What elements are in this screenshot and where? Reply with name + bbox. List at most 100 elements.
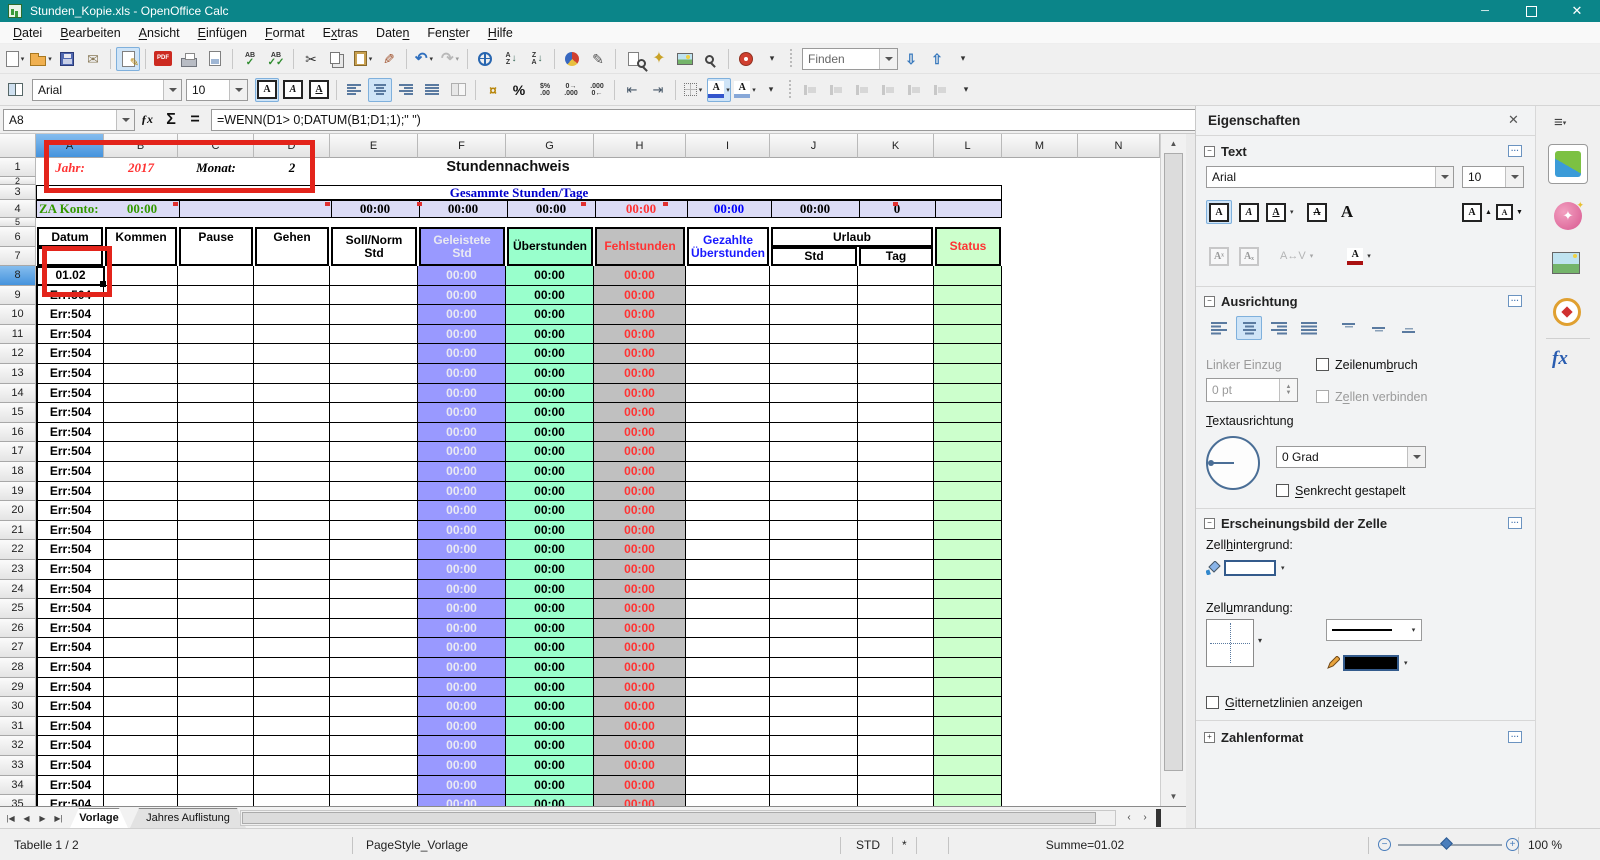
cell-H15[interactable]: 00:00 [594, 403, 686, 423]
cell-A21[interactable]: Err:504 [36, 520, 104, 541]
row-header-31[interactable]: 31 [0, 716, 36, 737]
cell-B35[interactable] [104, 795, 178, 806]
cell-D11[interactable] [254, 324, 330, 345]
bold-icon[interactable]: A [255, 77, 279, 102]
minimize-button[interactable]: ─ [1462, 0, 1508, 22]
column-header-m[interactable]: M [1002, 134, 1078, 158]
italic-icon[interactable]: A [281, 78, 305, 102]
cell-D8[interactable] [254, 266, 330, 286]
sidebar-bold-icon[interactable]: A [1206, 200, 1232, 224]
table-header-geleistete-std[interactable]: Geleistete Std [419, 227, 505, 266]
print-icon[interactable] [177, 47, 201, 71]
cell-G15[interactable]: 00:00 [506, 403, 594, 423]
row-header-26[interactable]: 26 [0, 618, 36, 639]
cell-B24[interactable] [104, 579, 178, 600]
cell-D30[interactable] [254, 697, 330, 717]
navigator-icon[interactable]: ✦ [647, 47, 671, 71]
cell-J24[interactable] [770, 579, 858, 600]
row-header-25[interactable]: 25 [0, 599, 36, 619]
cell-J18[interactable] [770, 462, 858, 482]
cell-C35[interactable] [178, 795, 254, 806]
hyperlink-icon[interactable] [473, 47, 497, 71]
next-sheet-icon[interactable]: ▶ [35, 810, 50, 826]
sum-button[interactable]: Σ [159, 109, 183, 131]
cell-C12[interactable] [178, 344, 254, 364]
cell-L34[interactable] [934, 775, 1002, 796]
cell-I16[interactable] [686, 422, 770, 443]
cell-E18[interactable] [330, 462, 418, 482]
cell-E13[interactable] [330, 364, 418, 384]
align-objects-left-icon[interactable] [798, 78, 822, 102]
cell-F10[interactable]: 00:00 [418, 305, 506, 325]
cell-F14[interactable]: 00:00 [418, 383, 506, 404]
cell-C19[interactable] [178, 481, 254, 502]
row-header-7[interactable]: 7 [0, 247, 36, 266]
cell-G20[interactable]: 00:00 [506, 501, 594, 521]
align-objects-centered-icon[interactable] [824, 78, 848, 102]
cell-K32[interactable] [858, 736, 934, 756]
cell-H29[interactable]: 00:00 [594, 677, 686, 698]
cell-C24[interactable] [178, 579, 254, 600]
cell-G25[interactable]: 00:00 [506, 599, 594, 619]
cell-C27[interactable] [178, 638, 254, 658]
cell-C26[interactable] [178, 618, 254, 639]
summary-value-j[interactable]: 00:00 [771, 201, 859, 217]
cell-A10[interactable]: Err:504 [36, 305, 104, 325]
cell-C25[interactable] [178, 599, 254, 619]
delete-decimal-icon[interactable]: .000 0← [585, 78, 609, 102]
cell-D35[interactable] [254, 795, 330, 806]
sidebar-align-top-icon[interactable] [1336, 316, 1362, 340]
cell-J9[interactable] [770, 285, 858, 306]
cell-C18[interactable] [178, 462, 254, 482]
cell-L15[interactable] [934, 403, 1002, 423]
cell-J8[interactable] [770, 266, 858, 286]
cell-G8[interactable]: 00:00 [506, 266, 594, 286]
cell-K26[interactable] [858, 618, 934, 639]
cell-B21[interactable] [104, 520, 178, 541]
cell-G23[interactable]: 00:00 [506, 560, 594, 580]
cell-K27[interactable] [858, 638, 934, 658]
cell-L16[interactable] [934, 422, 1002, 443]
cell-G34[interactable]: 00:00 [506, 775, 594, 796]
row-header-14[interactable]: 14 [0, 383, 36, 404]
cell-D19[interactable] [254, 481, 330, 502]
cell-D23[interactable] [254, 560, 330, 580]
cell-L24[interactable] [934, 579, 1002, 600]
sidebar-align-middle-icon[interactable] [1366, 316, 1392, 340]
cell-F15[interactable]: 00:00 [418, 403, 506, 423]
cell-L17[interactable] [934, 442, 1002, 462]
cell-G19[interactable]: 00:00 [506, 481, 594, 502]
cell-K22[interactable] [858, 540, 934, 560]
cell-H24[interactable]: 00:00 [594, 579, 686, 600]
sidebar-shadow-icon[interactable]: A [1334, 200, 1360, 224]
row-header-34[interactable]: 34 [0, 775, 36, 796]
row-header-24[interactable]: 24 [0, 579, 36, 600]
cell-F21[interactable]: 00:00 [418, 520, 506, 541]
cell-I18[interactable] [686, 462, 770, 482]
cell-H23[interactable]: 00:00 [594, 560, 686, 580]
cell-E23[interactable] [330, 560, 418, 580]
gallery-icon[interactable] [673, 47, 697, 71]
merge-cells-icon[interactable] [446, 78, 470, 102]
sidebar-decrease-font-icon[interactable]: A ▼ [1496, 200, 1523, 224]
align-left-icon[interactable] [342, 78, 366, 102]
sidebar-italic-icon[interactable]: A [1236, 200, 1262, 224]
cell-I25[interactable] [686, 599, 770, 619]
cell-L11[interactable] [934, 324, 1002, 345]
sheet-tab-vorlage[interactable]: Vorlage [70, 808, 128, 828]
cell-F22[interactable]: 00:00 [418, 540, 506, 560]
column-header-f[interactable]: F [418, 134, 506, 158]
cell-B23[interactable] [104, 560, 178, 580]
first-sheet-icon[interactable]: |◀ [3, 810, 18, 826]
cell-J26[interactable] [770, 618, 858, 639]
cell-C31[interactable] [178, 716, 254, 737]
align-objects-center-icon[interactable] [902, 78, 926, 102]
cell-J22[interactable] [770, 540, 858, 560]
table-header-kommen[interactable]: Kommen [105, 227, 177, 266]
standard-format-icon[interactable]: $% .00 [533, 78, 557, 102]
cell-H12[interactable]: 00:00 [594, 344, 686, 364]
insert-chart-icon[interactable] [560, 47, 584, 71]
cell-A33[interactable]: Err:504 [36, 756, 104, 776]
vertical-scrollbar[interactable]: ▲ ▼ [1160, 134, 1186, 806]
cell-G16[interactable]: 00:00 [506, 422, 594, 443]
